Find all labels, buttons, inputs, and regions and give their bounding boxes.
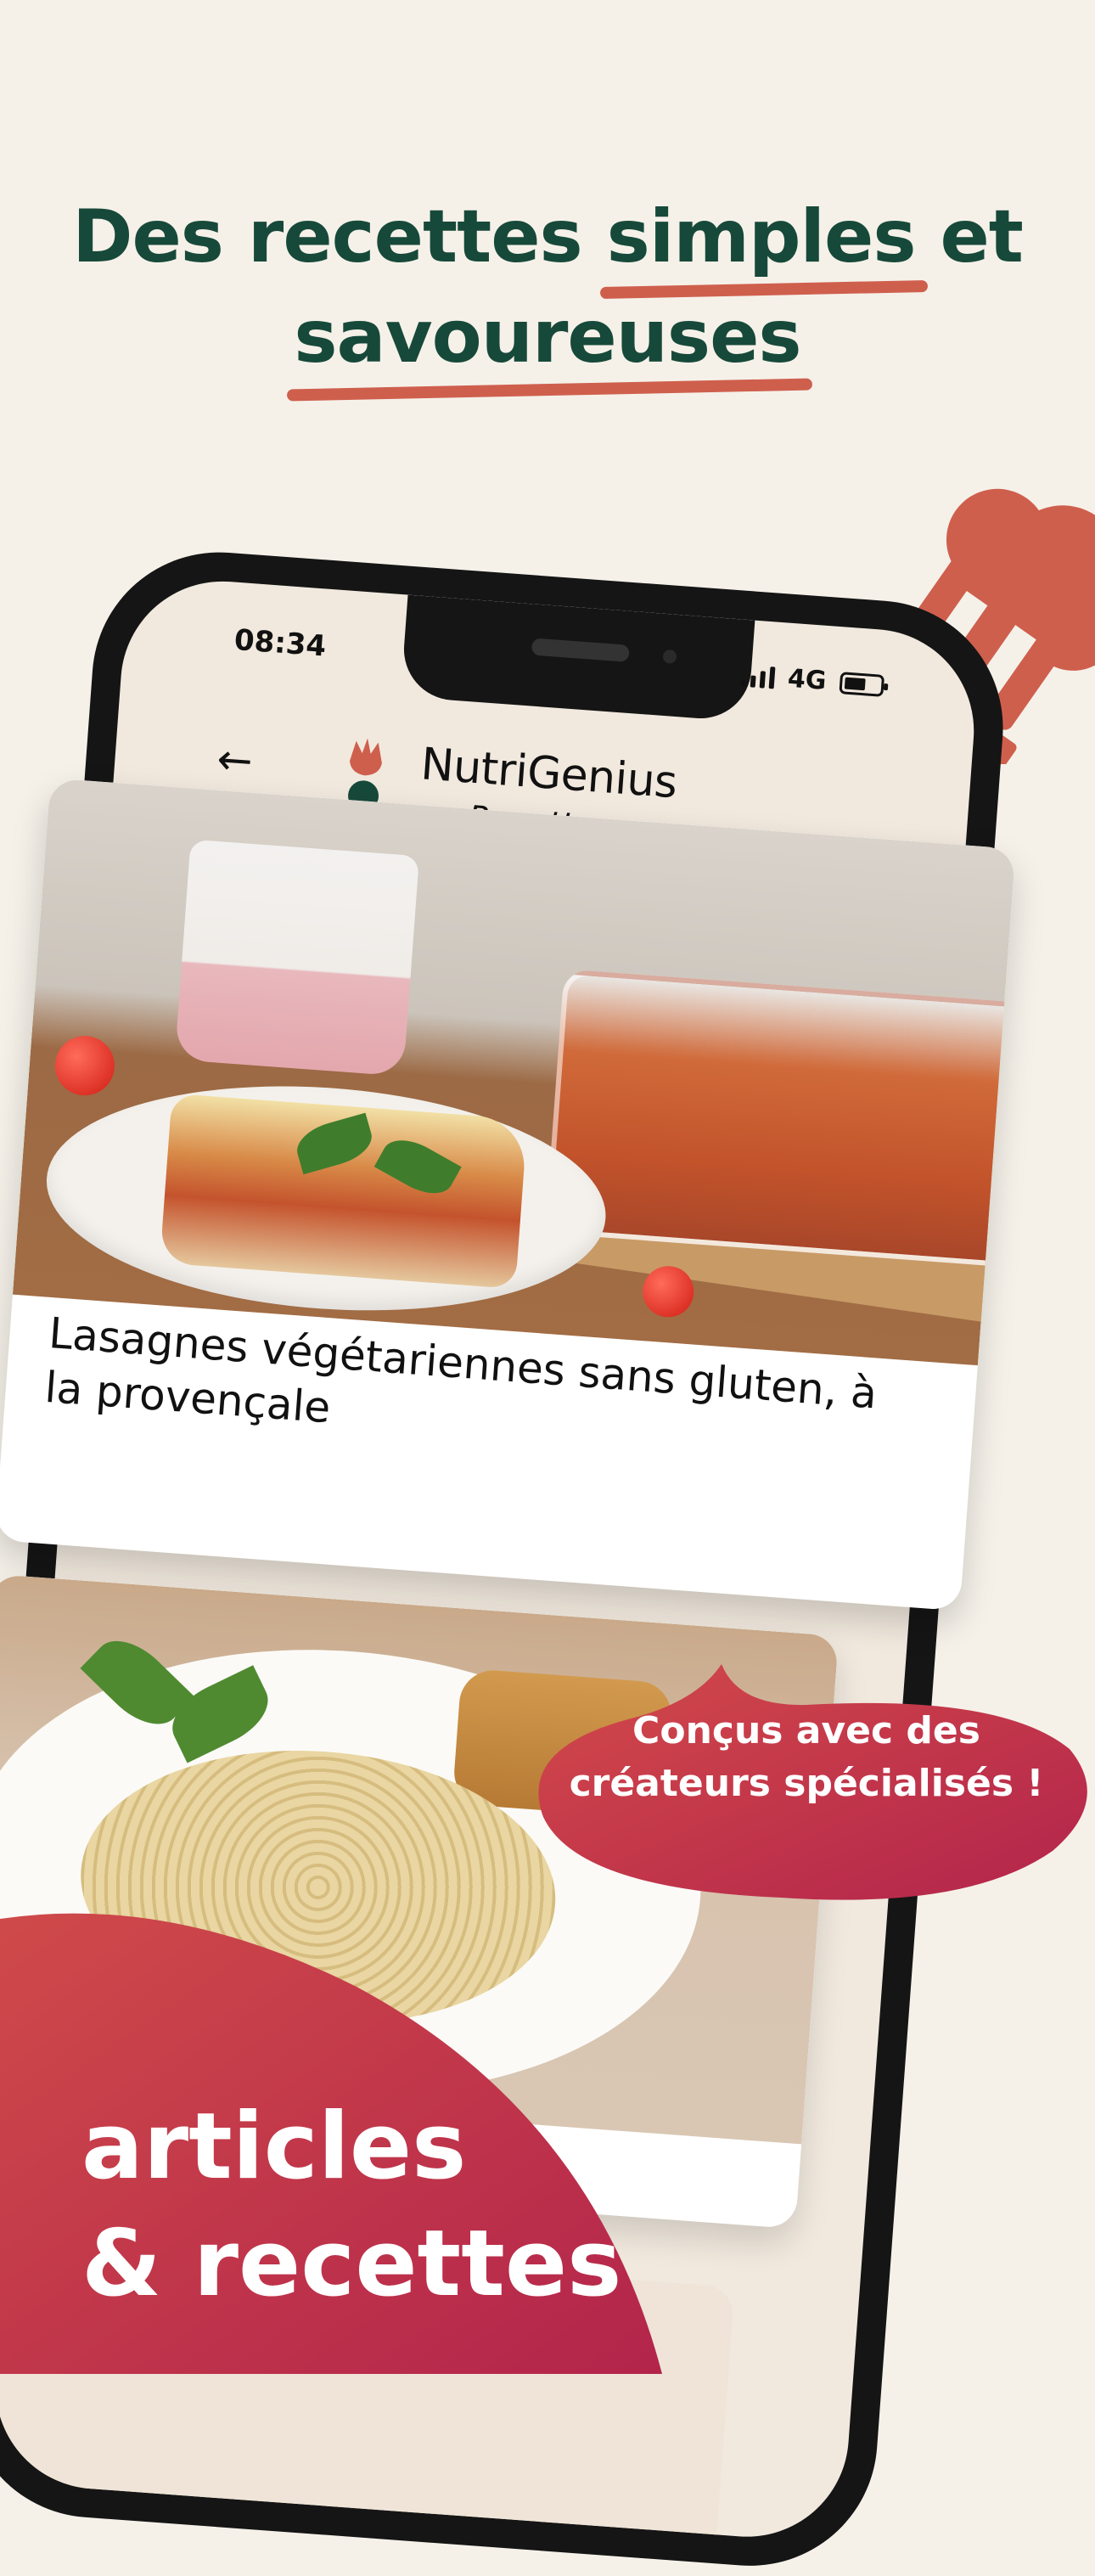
- speech-bubble-text: Conçus avec des créateurs spécialisés !: [531, 1705, 1082, 1810]
- bottom-banner-text: articles & recettes: [81, 2089, 621, 2323]
- tomato-image: [53, 1033, 117, 1098]
- network-label: 4G: [786, 663, 828, 696]
- plant-pot-image: [174, 839, 420, 1077]
- headline-suffix: et: [915, 194, 1023, 279]
- signal-icon: [740, 664, 776, 689]
- battery-icon: [839, 671, 885, 697]
- headline-line-2: savoureuses: [0, 287, 1095, 387]
- camera-icon: [662, 649, 677, 664]
- bubble-line-2: créateurs spécialisés !: [569, 1762, 1044, 1805]
- recipe-card[interactable]: Lasagnes végétariennes sans gluten, à la…: [0, 778, 1016, 1611]
- headline-prefix: Des recettes: [72, 194, 607, 279]
- banner-line-1: articles: [81, 2094, 467, 2200]
- arrow-left-icon[interactable]: ←: [216, 734, 255, 786]
- speaker-grille: [531, 638, 630, 662]
- bubble-line-1: Conçus avec des: [632, 1709, 980, 1752]
- headline-highlight-savoureuses: savoureuses: [294, 287, 801, 387]
- banner-line-2: & recettes: [81, 2211, 622, 2317]
- phone-notch: [400, 594, 755, 723]
- baking-dish-image: [544, 969, 1016, 1268]
- app-title: NutriGenius: [418, 739, 679, 809]
- headline-highlight-simples: simples: [607, 187, 917, 287]
- status-time: 08:34: [233, 622, 328, 664]
- recipe-photo-lasagna: [12, 778, 1016, 1366]
- status-indicators: 4G: [740, 661, 885, 700]
- headline-line-1: Des recettes simples et: [0, 187, 1095, 287]
- headline: Des recettes simples et savoureuses: [0, 187, 1095, 387]
